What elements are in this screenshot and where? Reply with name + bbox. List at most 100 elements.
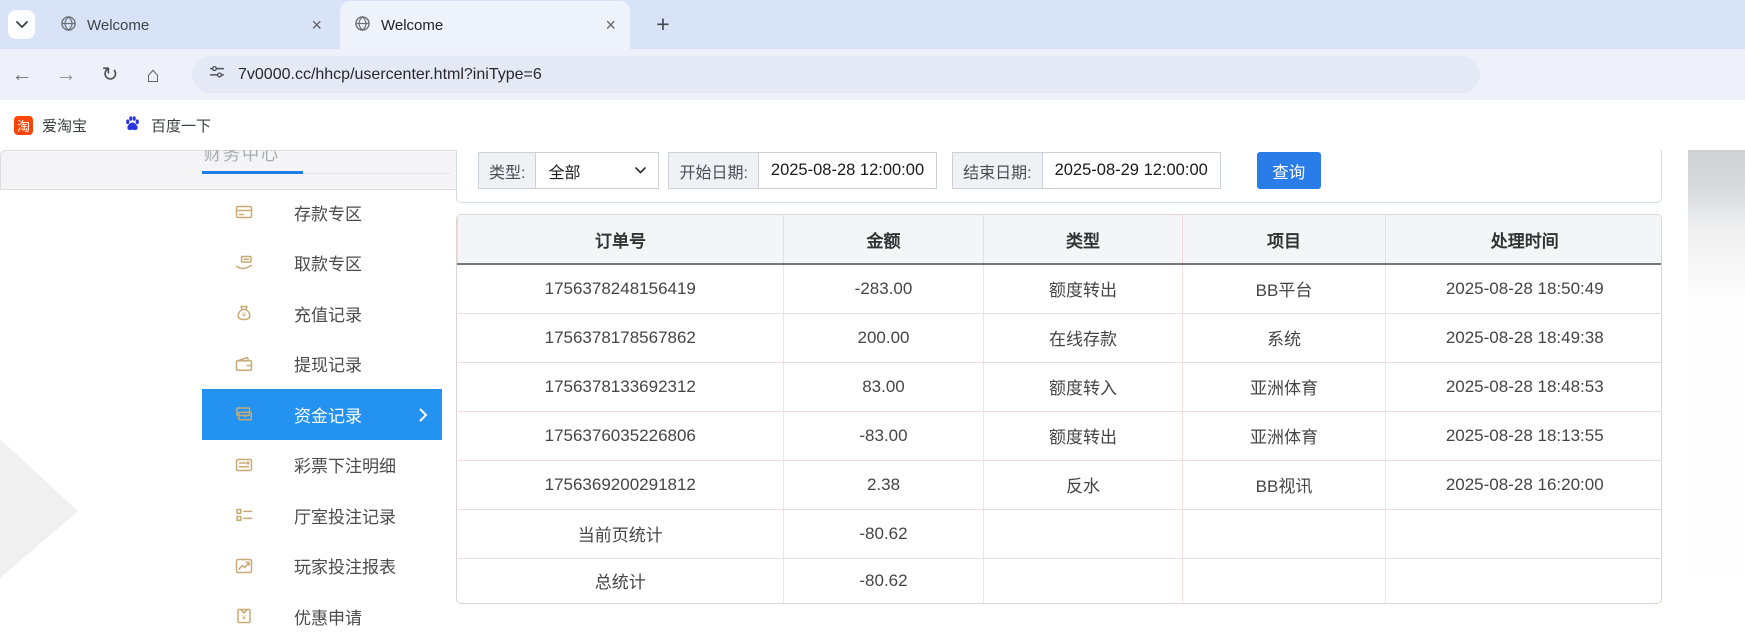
close-tab-icon[interactable]: × <box>605 16 616 34</box>
site-settings-tune-icon[interactable] <box>208 63 226 86</box>
table-row: 当前页统计 -80.62 <box>458 509 1663 558</box>
cell-project: 系统 <box>1183 313 1386 362</box>
cell-type <box>984 558 1183 603</box>
chevron-right-icon <box>419 407 428 427</box>
home-icon[interactable]: ⌂ <box>133 49 173 100</box>
filter-panel: 类型: 全部 开始日期: 2025-08-28 12:00:00 结束日期: 2… <box>456 150 1662 203</box>
svg-text:¥: ¥ <box>243 413 247 420</box>
cell-project: 亚洲体育 <box>1183 411 1386 460</box>
tab-welcome-2-active[interactable]: Welcome × <box>340 1 630 49</box>
sidebar-menu: 存款专区 取款专区 ¥ <box>202 187 442 635</box>
cell-order-no: 1756378133692312 <box>458 362 784 411</box>
svg-text:¥: ¥ <box>242 312 246 319</box>
column-header: 处理时间 <box>1386 215 1663 264</box>
background-decor-strip <box>1688 150 1745 635</box>
tab-welcome-1[interactable]: Welcome × <box>46 1 336 49</box>
cell-type <box>984 509 1183 558</box>
deposit-card-icon <box>234 202 254 222</box>
cell-project: BB平台 <box>1183 264 1386 313</box>
baidu-paw-icon <box>123 114 142 137</box>
sidebar-item[interactable]: ¥ 充值记录 <box>202 288 442 339</box>
column-header: 金额 <box>784 215 984 264</box>
type-select-value: 全部 <box>548 159 580 183</box>
tab-title: Welcome <box>87 17 149 34</box>
sidebar-item-label: 取款专区 <box>294 250 362 275</box>
cell-amount: -80.62 <box>784 558 984 603</box>
cell-time: 2025-08-28 18:48:53 <box>1386 362 1663 411</box>
start-date-input[interactable]: 2025-08-28 12:00:00 <box>758 152 937 189</box>
sidebar-item-label: 优惠申请 <box>294 604 362 629</box>
cell-amount: -283.00 <box>784 264 984 313</box>
sidebar-item[interactable]: 存款专区 <box>202 187 442 238</box>
tab-title: Welcome <box>381 17 443 34</box>
cell-amount: 200.00 <box>784 313 984 362</box>
column-header: 项目 <box>1183 215 1386 264</box>
table-row: 1756376035226806 -83.00 额度转出 亚洲体育 2025-0… <box>458 411 1663 460</box>
page-content: 财务中心 存款专区 取款专区 <box>0 150 1745 635</box>
cell-time <box>1386 509 1663 558</box>
promo-apply-icon: ¥ <box>234 606 254 626</box>
sidebar-header-clipped: 财务中心 <box>204 150 364 163</box>
column-header: 订单号 <box>458 215 784 264</box>
cell-type: 额度转入 <box>984 362 1183 411</box>
table-row: 1756369200291812 2.38 反水 BB视讯 2025-08-28… <box>458 460 1663 509</box>
cell-type: 额度转出 <box>984 264 1183 313</box>
cell-order-no: 1756369200291812 <box>458 460 784 509</box>
cell-order-no: 总统计 <box>458 558 784 603</box>
type-select[interactable]: 全部 <box>535 152 659 189</box>
cell-amount: 2.38 <box>784 460 984 509</box>
hall-bets-icon <box>234 505 254 525</box>
cell-order-no: 1756378178567862 <box>458 313 784 362</box>
sidebar-item-label: 提现记录 <box>294 351 362 376</box>
bookmarks-bar: 淘 爱淘宝 百度一下 <box>0 100 1745 150</box>
cell-time: 2025-08-28 18:13:55 <box>1386 411 1663 460</box>
back-icon[interactable]: ← <box>2 49 42 100</box>
cell-amount: -80.62 <box>784 509 984 558</box>
bookmark-baidu[interactable]: 百度一下 <box>123 114 211 137</box>
tab-strip: Welcome × Welcome × + <box>0 0 1745 49</box>
sidebar-item[interactable]: 玩家投注报表 <box>202 541 442 592</box>
cell-amount: -83.00 <box>784 411 984 460</box>
cell-order-no: 1756378248156419 <box>458 264 784 313</box>
lottery-details-icon <box>234 455 254 475</box>
tab-search-button[interactable] <box>8 10 35 39</box>
end-date-label: 结束日期: <box>952 152 1042 189</box>
sidebar-item[interactable]: 彩票下注明细 <box>202 440 442 491</box>
bookmark-label: 百度一下 <box>151 115 211 136</box>
player-report-icon <box>234 556 254 576</box>
background-triangle-watermark <box>0 426 78 590</box>
new-tab-button[interactable]: + <box>648 9 678 39</box>
forward-icon[interactable]: → <box>46 49 86 100</box>
globe-icon <box>354 15 371 36</box>
sidebar-item[interactable]: ¥ 资金记录 <box>202 389 442 440</box>
sidebar-item[interactable]: 厅室投注记录 <box>202 490 442 541</box>
funds-record-icon: ¥ <box>234 404 254 424</box>
close-tab-icon[interactable]: × <box>311 16 322 34</box>
cell-type: 额度转出 <box>984 411 1183 460</box>
query-button[interactable]: 查询 <box>1257 152 1321 189</box>
browser-window: Welcome × Welcome × + ← → ↻ ⌂ 7v0000.cc/… <box>0 0 1745 635</box>
bookmark-taobao[interactable]: 淘 爱淘宝 <box>14 115 87 136</box>
sidebar-item[interactable]: 取款专区 <box>202 238 442 289</box>
sidebar-item[interactable]: 提现记录 <box>202 339 442 390</box>
sidebar-item-label: 充值记录 <box>294 301 362 326</box>
cell-project: BB视讯 <box>1183 460 1386 509</box>
svg-text:¥: ¥ <box>242 615 246 622</box>
tab-underline-track <box>303 173 450 174</box>
cell-order-no: 1756376035226806 <box>458 411 784 460</box>
table-row: 1756378248156419 -283.00 额度转出 BB平台 2025-… <box>458 264 1663 313</box>
type-filter-label: 类型: <box>478 152 536 189</box>
cell-project: 亚洲体育 <box>1183 362 1386 411</box>
reload-icon[interactable]: ↻ <box>90 49 130 100</box>
cell-time: 2025-08-28 18:50:49 <box>1386 264 1663 313</box>
end-date-input[interactable]: 2025-08-29 12:00:00 <box>1042 152 1221 189</box>
sidebar-item[interactable]: ¥ 优惠申请 <box>202 591 442 635</box>
start-date-label: 开始日期: <box>668 152 758 189</box>
active-tab-underline <box>202 171 303 174</box>
sidebar-item-label: 玩家投注报表 <box>294 553 396 578</box>
bookmark-label: 爱淘宝 <box>42 115 87 136</box>
cell-order-no: 当前页统计 <box>458 509 784 558</box>
address-bar[interactable]: 7v0000.cc/hhcp/usercenter.html?iniType=6 <box>192 56 1480 93</box>
cell-time <box>1386 558 1663 603</box>
table-row: 总统计 -80.62 <box>458 558 1663 603</box>
